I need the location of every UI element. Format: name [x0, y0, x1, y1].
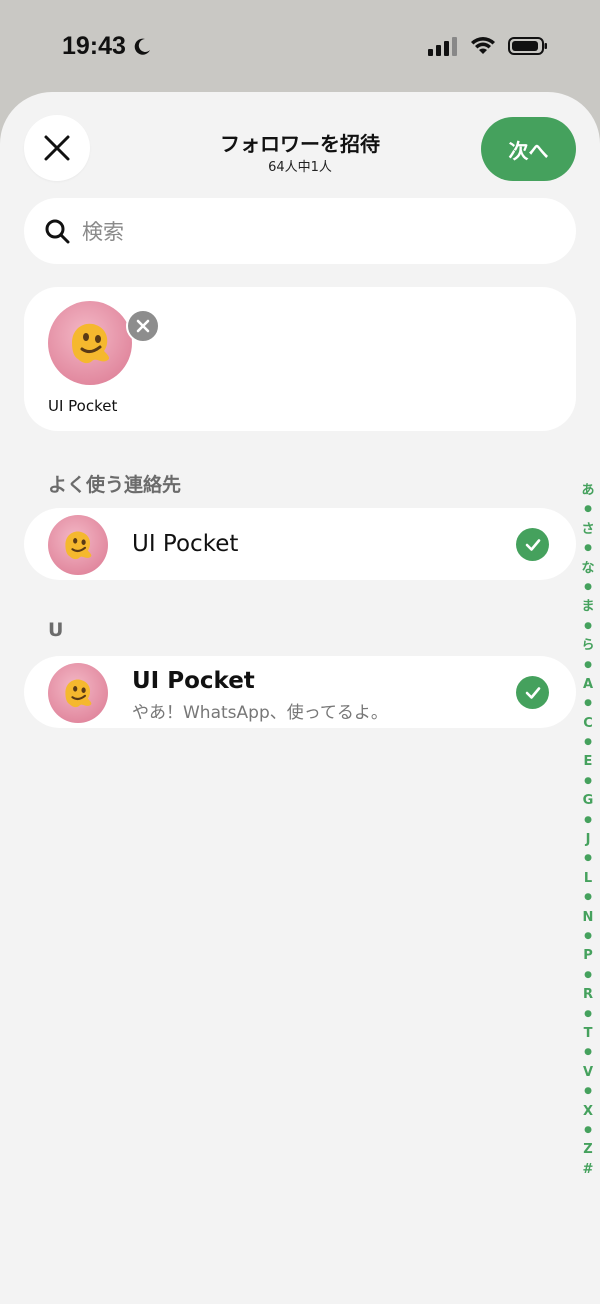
index-dot[interactable]: ●	[584, 772, 592, 791]
selected-contacts-card: UI Pocket	[24, 287, 576, 431]
index-dot[interactable]: ●	[584, 656, 592, 675]
contact-name: UI Pocket	[132, 668, 255, 694]
index-letter[interactable]: ま	[581, 597, 594, 616]
melting-face-icon	[65, 531, 92, 560]
index-letter[interactable]: J	[586, 830, 591, 849]
status-time: 19:43	[62, 32, 152, 61]
index-dot[interactable]: ●	[584, 849, 592, 868]
next-button[interactable]: 次へ	[481, 117, 576, 181]
moon-icon	[134, 38, 150, 55]
avatar	[48, 663, 108, 723]
index-letter[interactable]: ら	[581, 636, 594, 655]
status-icons	[428, 36, 548, 56]
index-letter[interactable]: G	[583, 791, 594, 810]
alphabet-index[interactable]: あ ● さ ● な ● ま ● ら ● A ● C ● E ● G ● J ● L ● N ● P ● R ● T ● V ● X ● Z #	[578, 481, 598, 1179]
section-header-u: U	[48, 619, 64, 641]
search-placeholder: 検索	[82, 220, 124, 244]
avatar	[48, 301, 132, 385]
contact-name: UI Pocket	[132, 531, 239, 557]
status-time-text: 19:43	[62, 32, 126, 60]
index-dot[interactable]: ●	[584, 539, 592, 558]
index-letter[interactable]: T	[584, 1024, 593, 1043]
index-dot[interactable]: ●	[584, 1121, 592, 1140]
index-letter[interactable]: C	[583, 714, 593, 733]
melting-face-icon	[72, 323, 110, 364]
index-dot[interactable]: ●	[584, 1082, 592, 1101]
melting-face-icon	[65, 679, 92, 708]
index-dot[interactable]: ●	[584, 694, 592, 713]
contact-row[interactable]: UI Pocket	[24, 508, 576, 580]
index-dot[interactable]: ●	[584, 1005, 592, 1024]
index-letter[interactable]: Z	[583, 1140, 592, 1159]
section-header-frequent: よく使う連絡先	[48, 474, 182, 496]
index-letter[interactable]: P	[583, 946, 593, 965]
index-dot[interactable]: ●	[584, 811, 592, 830]
index-letter[interactable]: R	[583, 985, 593, 1004]
index-letter[interactable]: A	[583, 675, 593, 694]
selected-contact-avatar[interactable]	[48, 301, 160, 385]
index-dot[interactable]: ●	[584, 1043, 592, 1062]
index-letter[interactable]: X	[583, 1102, 593, 1121]
battery-icon	[508, 37, 547, 55]
checkmark-icon[interactable]	[516, 676, 549, 709]
index-dot[interactable]: ●	[584, 733, 592, 752]
close-icon	[136, 319, 150, 333]
index-dot[interactable]: ●	[584, 888, 592, 907]
search-icon	[45, 219, 70, 244]
index-letter[interactable]: さ	[581, 520, 594, 539]
index-letter[interactable]: N	[583, 908, 594, 927]
checkmark-icon[interactable]	[516, 528, 549, 561]
index-letter[interactable]: あ	[581, 481, 594, 500]
search-input[interactable]: 検索	[24, 198, 576, 264]
index-dot[interactable]: ●	[584, 617, 592, 636]
index-letter[interactable]: E	[584, 752, 593, 771]
index-dot[interactable]: ●	[584, 966, 592, 985]
wifi-icon	[471, 37, 495, 54]
index-dot[interactable]: ●	[584, 578, 592, 597]
avatar	[48, 515, 108, 575]
contact-row[interactable]: UI Pocket やあ！WhatsApp、使ってるよ。	[24, 656, 576, 728]
index-letter[interactable]: #	[583, 1160, 594, 1179]
selected-contact-name: UI Pocket	[48, 397, 118, 415]
contact-status: やあ！WhatsApp、使ってるよ。	[132, 703, 388, 723]
index-dot[interactable]: ●	[584, 500, 592, 519]
status-bar: 19:43	[0, 0, 600, 92]
cellular-signal-icon	[428, 37, 457, 56]
index-dot[interactable]: ●	[584, 927, 592, 946]
index-letter[interactable]: L	[584, 869, 592, 888]
index-letter[interactable]: な	[581, 559, 594, 578]
index-letter[interactable]: V	[583, 1063, 593, 1082]
remove-selected-button[interactable]	[126, 309, 160, 343]
